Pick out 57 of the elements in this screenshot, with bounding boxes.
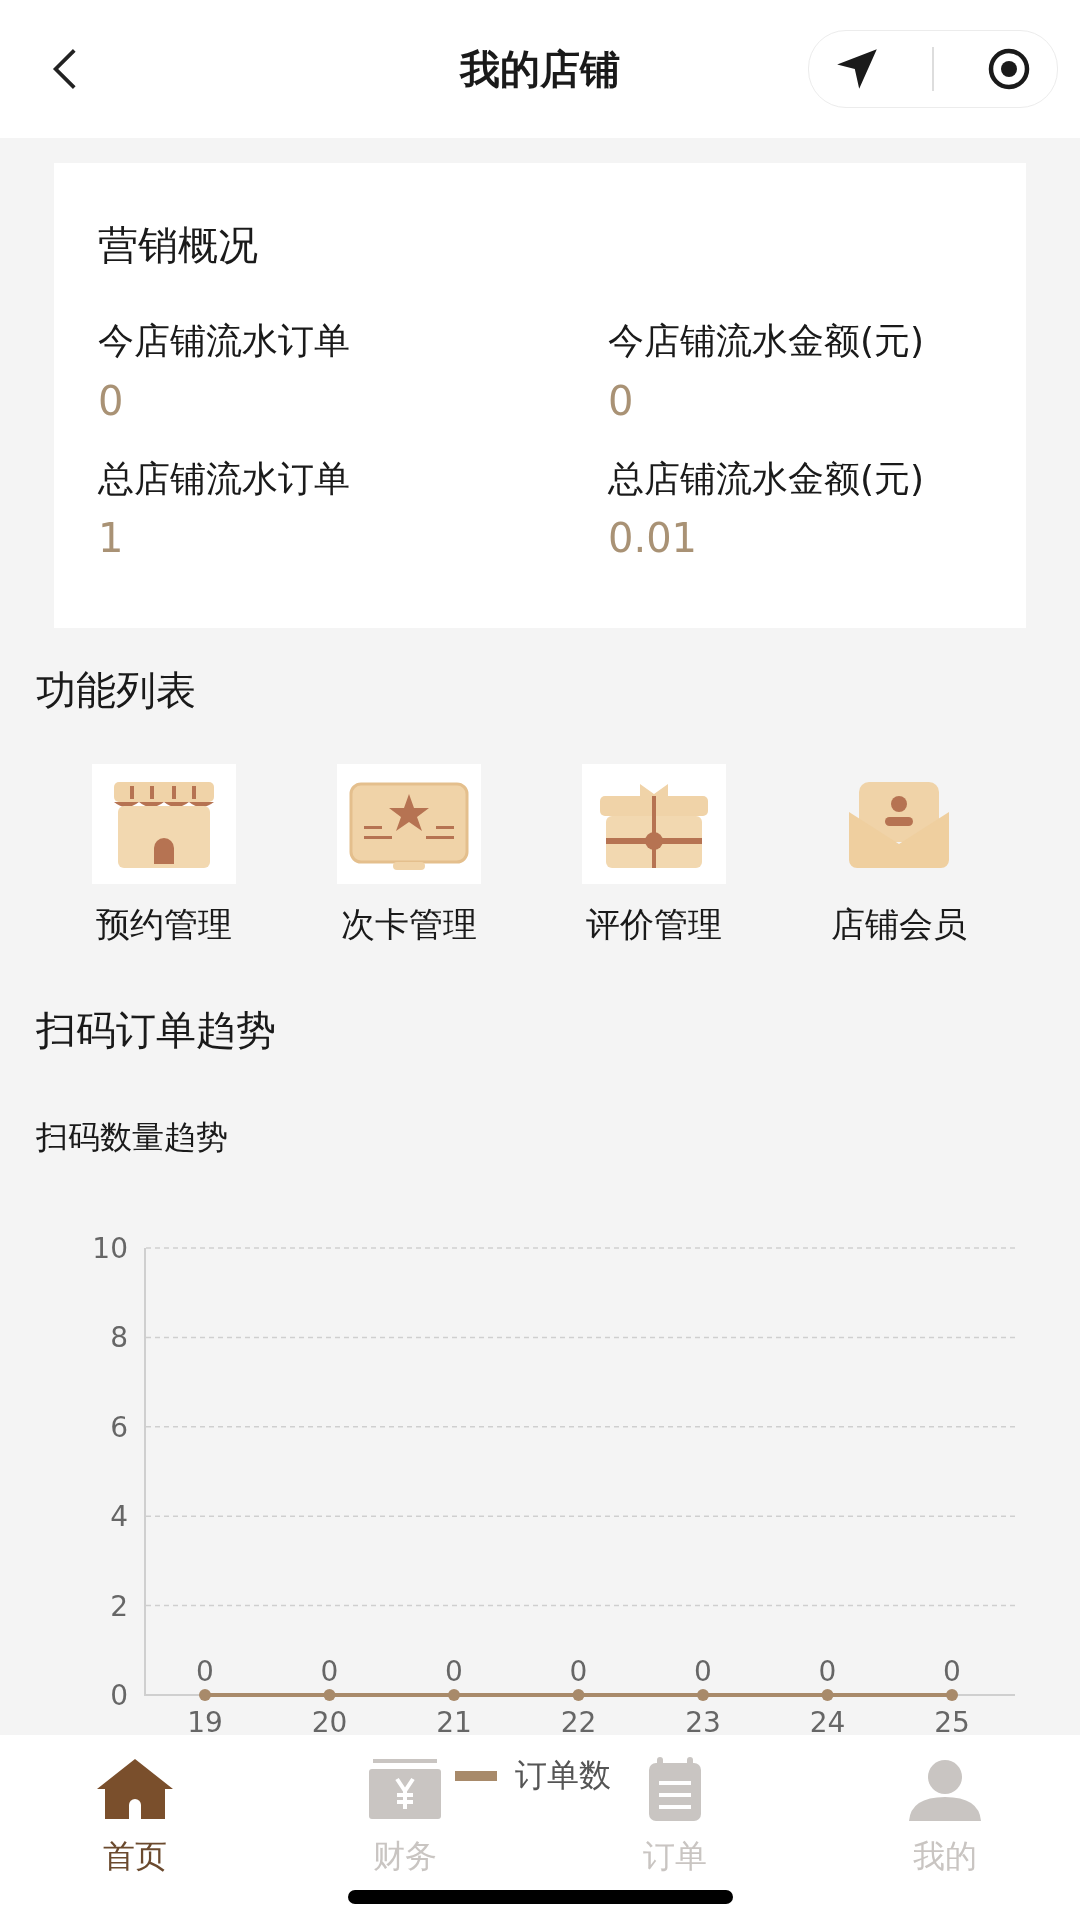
stat-value: 0 xyxy=(608,378,634,423)
section-title: 功能列表 xyxy=(36,670,197,710)
tab-item[interactable]: 财务 xyxy=(365,1757,445,1875)
axis-tick-label: 8 xyxy=(110,1321,128,1355)
stat-label: 总店铺流水金额(元) xyxy=(608,458,925,499)
stat-value: 0 xyxy=(98,378,124,423)
house-icon xyxy=(95,1757,175,1821)
data-point xyxy=(323,1689,336,1701)
axis-tick-label: 19 xyxy=(187,1706,223,1739)
legend-swatch xyxy=(455,1771,497,1781)
axis-tick-label: 21 xyxy=(436,1706,472,1739)
data-label: 0 xyxy=(320,1655,339,1688)
function-label: 次卡管理 xyxy=(341,903,477,946)
data-label: 0 xyxy=(196,1655,214,1688)
shop-icon[interactable] xyxy=(92,764,236,884)
stat-value: 0.01 xyxy=(608,516,698,561)
data-label: 0 xyxy=(569,1655,588,1688)
location-arrow-icon[interactable] xyxy=(835,47,880,91)
axis-tick-label: 0 xyxy=(110,1679,128,1712)
section-title: 扫码订单趋势 xyxy=(36,1010,277,1050)
axis-tick-label: 6 xyxy=(110,1410,128,1444)
axis-tick-label: 2 xyxy=(110,1589,128,1623)
data-label: 0 xyxy=(943,1655,961,1688)
data-label: 0 xyxy=(445,1655,463,1688)
data-point xyxy=(946,1689,958,1701)
function-label: 预约管理 xyxy=(96,903,232,946)
data-point xyxy=(199,1689,211,1701)
gift-box-icon[interactable] xyxy=(582,764,726,884)
stat-label: 总店铺流水订单 xyxy=(98,458,350,499)
stat-value: 1 xyxy=(98,516,124,561)
axis-tick-label: 24 xyxy=(809,1706,846,1739)
data-point xyxy=(448,1689,460,1701)
function-label: 店铺会员 xyxy=(831,903,967,946)
card-title: 营销概况 xyxy=(98,225,259,265)
axis-tick-label: 10 xyxy=(92,1232,128,1265)
axis-tick-label: 25 xyxy=(934,1706,970,1739)
data-label: 0 xyxy=(694,1655,712,1688)
star-card-icon[interactable] xyxy=(337,764,481,884)
tab-item[interactable]: 我的 xyxy=(905,1757,985,1875)
back-icon[interactable] xyxy=(50,46,78,92)
record-icon[interactable] xyxy=(986,47,1031,91)
axis-tick-label: 20 xyxy=(311,1706,348,1739)
axis-tick-label: 4 xyxy=(110,1500,128,1534)
legend-label: 订单数 xyxy=(515,1755,611,1796)
data-point xyxy=(821,1689,834,1701)
data-point xyxy=(697,1689,709,1701)
function-label: 评价管理 xyxy=(586,903,722,946)
tab-item[interactable]: 订单 xyxy=(635,1757,715,1875)
axis-tick-label: 22 xyxy=(560,1706,597,1739)
axis-tick-label: 23 xyxy=(685,1706,721,1739)
stat-label: 今店铺流水金额(元) xyxy=(608,321,925,361)
data-point xyxy=(572,1689,585,1701)
tab-item[interactable]: 首页 xyxy=(95,1757,175,1875)
stat-label: 今店铺流水订单 xyxy=(98,321,350,361)
page-title: 我的店铺 xyxy=(460,44,620,94)
data-label: 0 xyxy=(818,1655,837,1688)
chart-title: 扫码数量趋势 xyxy=(36,1117,228,1158)
